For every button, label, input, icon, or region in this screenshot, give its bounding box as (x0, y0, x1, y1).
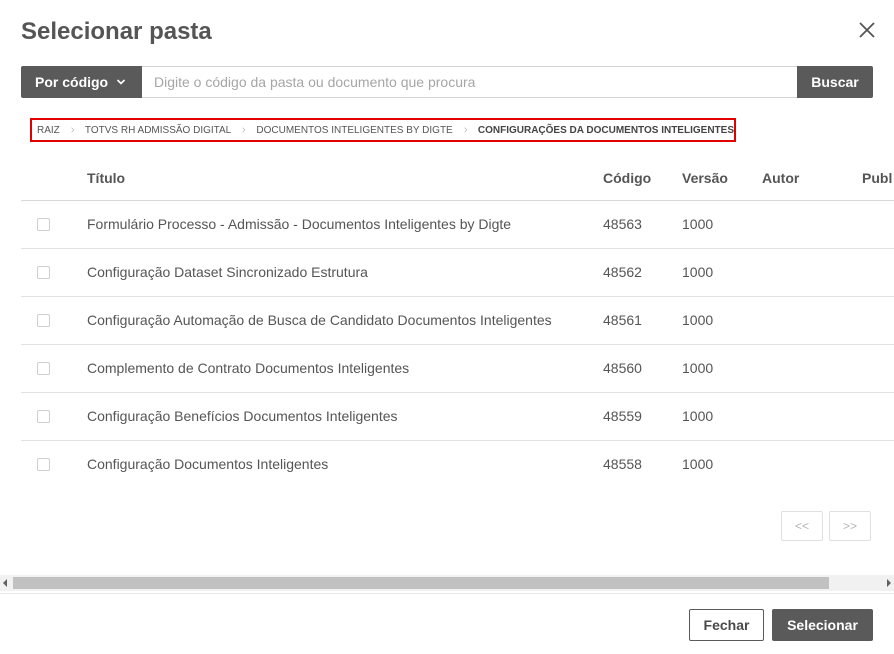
row-code: 48561 (603, 312, 642, 328)
table-row[interactable]: Complemento de Contrato Documentos Intel… (21, 345, 894, 393)
row-checkbox[interactable] (37, 458, 50, 471)
row-code: 48559 (603, 408, 642, 424)
table-body: Formulário Processo - Admissão - Documen… (21, 201, 894, 489)
table-row[interactable]: Configuração Automação de Busca de Candi… (21, 297, 894, 345)
row-title: Configuração Automação de Busca de Candi… (87, 312, 552, 328)
pagination-prev-button[interactable]: << (781, 511, 823, 541)
column-header-author[interactable]: Autor (762, 170, 799, 186)
search-input[interactable] (142, 66, 798, 98)
row-version: 1000 (682, 264, 714, 280)
select-button[interactable]: Selecionar (772, 609, 873, 641)
row-title: Complemento de Contrato Documentos Intel… (87, 360, 410, 376)
search-mode-label: Por código (35, 74, 109, 90)
row-title: Configuração Benefícios Documentos Intel… (87, 408, 398, 424)
breadcrumb-item-documentos-inteligentes[interactable]: DOCUMENTOS INTELIGENTES BY DIGTE (256, 125, 452, 136)
row-checkbox[interactable] (37, 362, 50, 375)
row-title: Formulário Processo - Admissão - Documen… (87, 216, 512, 232)
row-version: 1000 (682, 312, 714, 328)
pagination-next-button[interactable]: >> (829, 511, 871, 541)
row-version: 1000 (682, 360, 714, 376)
table-row[interactable]: Configuração Benefícios Documentos Intel… (21, 393, 894, 441)
scroll-right-icon[interactable] (886, 579, 892, 587)
chevron-right-icon (71, 127, 75, 133)
close-icon (859, 22, 875, 38)
row-checkbox[interactable] (37, 410, 50, 423)
row-code: 48558 (603, 456, 642, 472)
row-code: 48563 (603, 216, 642, 232)
row-checkbox[interactable] (37, 218, 50, 231)
row-code: 48560 (603, 360, 642, 376)
breadcrumb-item-totvs-rh[interactable]: TOTVS RH ADMISSÃO DIGITAL (85, 125, 231, 136)
row-title: Configuração Dataset Sincronizado Estrut… (87, 264, 368, 280)
row-checkbox[interactable] (37, 314, 50, 327)
row-checkbox[interactable] (37, 266, 50, 279)
row-version: 1000 (682, 408, 714, 424)
breadcrumb-item-current: CONFIGURAÇÕES DA DOCUMENTOS INTELIGENTES (477, 124, 734, 136)
column-header-code[interactable]: Código (603, 170, 651, 186)
scroll-left-icon[interactable] (2, 579, 8, 587)
row-code: 48562 (603, 264, 642, 280)
row-version: 1000 (682, 216, 714, 232)
table-row[interactable]: Formulário Processo - Admissão - Documen… (21, 201, 894, 249)
table-row[interactable]: Configuração Documentos Inteligentes 485… (21, 441, 894, 489)
table-header: Título Código Versão Autor Publ (21, 160, 894, 201)
horizontal-scrollbar[interactable] (0, 575, 894, 591)
row-version: 1000 (682, 456, 714, 472)
column-header-title[interactable]: Título (87, 170, 125, 186)
breadcrumb: RAIZ TOTVS RH ADMISSÃO DIGITAL DOCUMENTO… (30, 118, 736, 142)
chevron-right-icon (242, 127, 246, 133)
dialog-title: Selecionar pasta (21, 18, 212, 45)
chevron-down-icon (117, 79, 126, 85)
column-header-published[interactable]: Publ (862, 170, 892, 186)
search-mode-dropdown[interactable]: Por código (21, 66, 142, 98)
search-button[interactable]: Buscar (797, 66, 873, 98)
column-header-version[interactable]: Versão (682, 170, 728, 186)
close-button[interactable] (855, 18, 879, 42)
table-row[interactable]: Configuração Dataset Sincronizado Estrut… (21, 249, 894, 297)
close-dialog-button[interactable]: Fechar (689, 609, 764, 641)
search-bar: Por código Buscar (21, 66, 873, 98)
scrollbar-thumb[interactable] (13, 577, 829, 589)
chevron-right-icon (464, 127, 468, 133)
footer-divider (0, 593, 894, 594)
breadcrumb-item-raiz[interactable]: RAIZ (37, 125, 60, 136)
row-title: Configuração Documentos Inteligentes (87, 456, 329, 472)
